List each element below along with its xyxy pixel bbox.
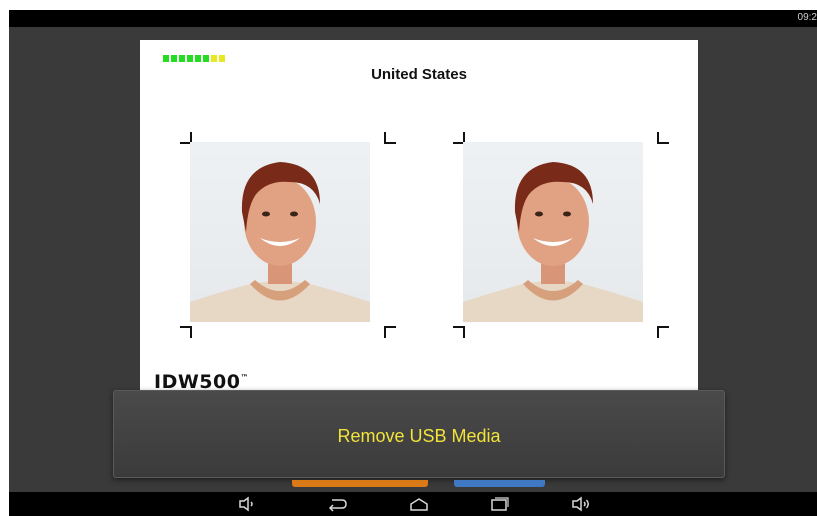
notification-dialog: Remove USB Media	[113, 390, 725, 478]
level-segment	[211, 55, 217, 62]
portrait-photo-left	[190, 142, 370, 322]
crop-mark-icon	[384, 132, 396, 144]
level-segment	[219, 55, 225, 62]
crop-mark-icon	[180, 326, 192, 338]
level-segment	[171, 55, 177, 62]
level-segment	[187, 55, 193, 62]
country-title: United States	[371, 66, 467, 83]
device-screen: 09:2 United States IDW500™ Remove USB Me…	[9, 10, 817, 516]
photo-frame-left	[180, 132, 396, 338]
status-clock: 09:2	[797, 12, 817, 23]
crop-mark-icon	[657, 132, 669, 144]
back-icon[interactable]	[323, 494, 351, 514]
trademark-mark: ™	[240, 373, 249, 382]
level-segment	[163, 55, 169, 62]
portrait-photo-right	[463, 142, 643, 322]
notification-message: Remove USB Media	[337, 426, 501, 446]
signal-level-indicator	[163, 55, 225, 62]
level-segment	[195, 55, 201, 62]
home-icon[interactable]	[405, 494, 433, 514]
crop-mark-icon	[453, 326, 465, 338]
volume-up-icon[interactable]	[567, 494, 595, 514]
level-segment	[203, 55, 209, 62]
navigation-bar	[9, 492, 817, 516]
crop-mark-icon	[384, 326, 396, 338]
orange-action-button[interactable]	[292, 480, 428, 487]
photo-frame-right	[453, 132, 669, 338]
volume-down-icon[interactable]	[233, 494, 261, 514]
id-photo-preview-card: United States IDW500™	[140, 40, 698, 406]
blue-action-button[interactable]	[454, 480, 545, 487]
crop-mark-icon	[657, 326, 669, 338]
recents-icon[interactable]	[485, 494, 513, 514]
level-segment	[179, 55, 185, 62]
status-bar: 09:2	[9, 10, 817, 27]
